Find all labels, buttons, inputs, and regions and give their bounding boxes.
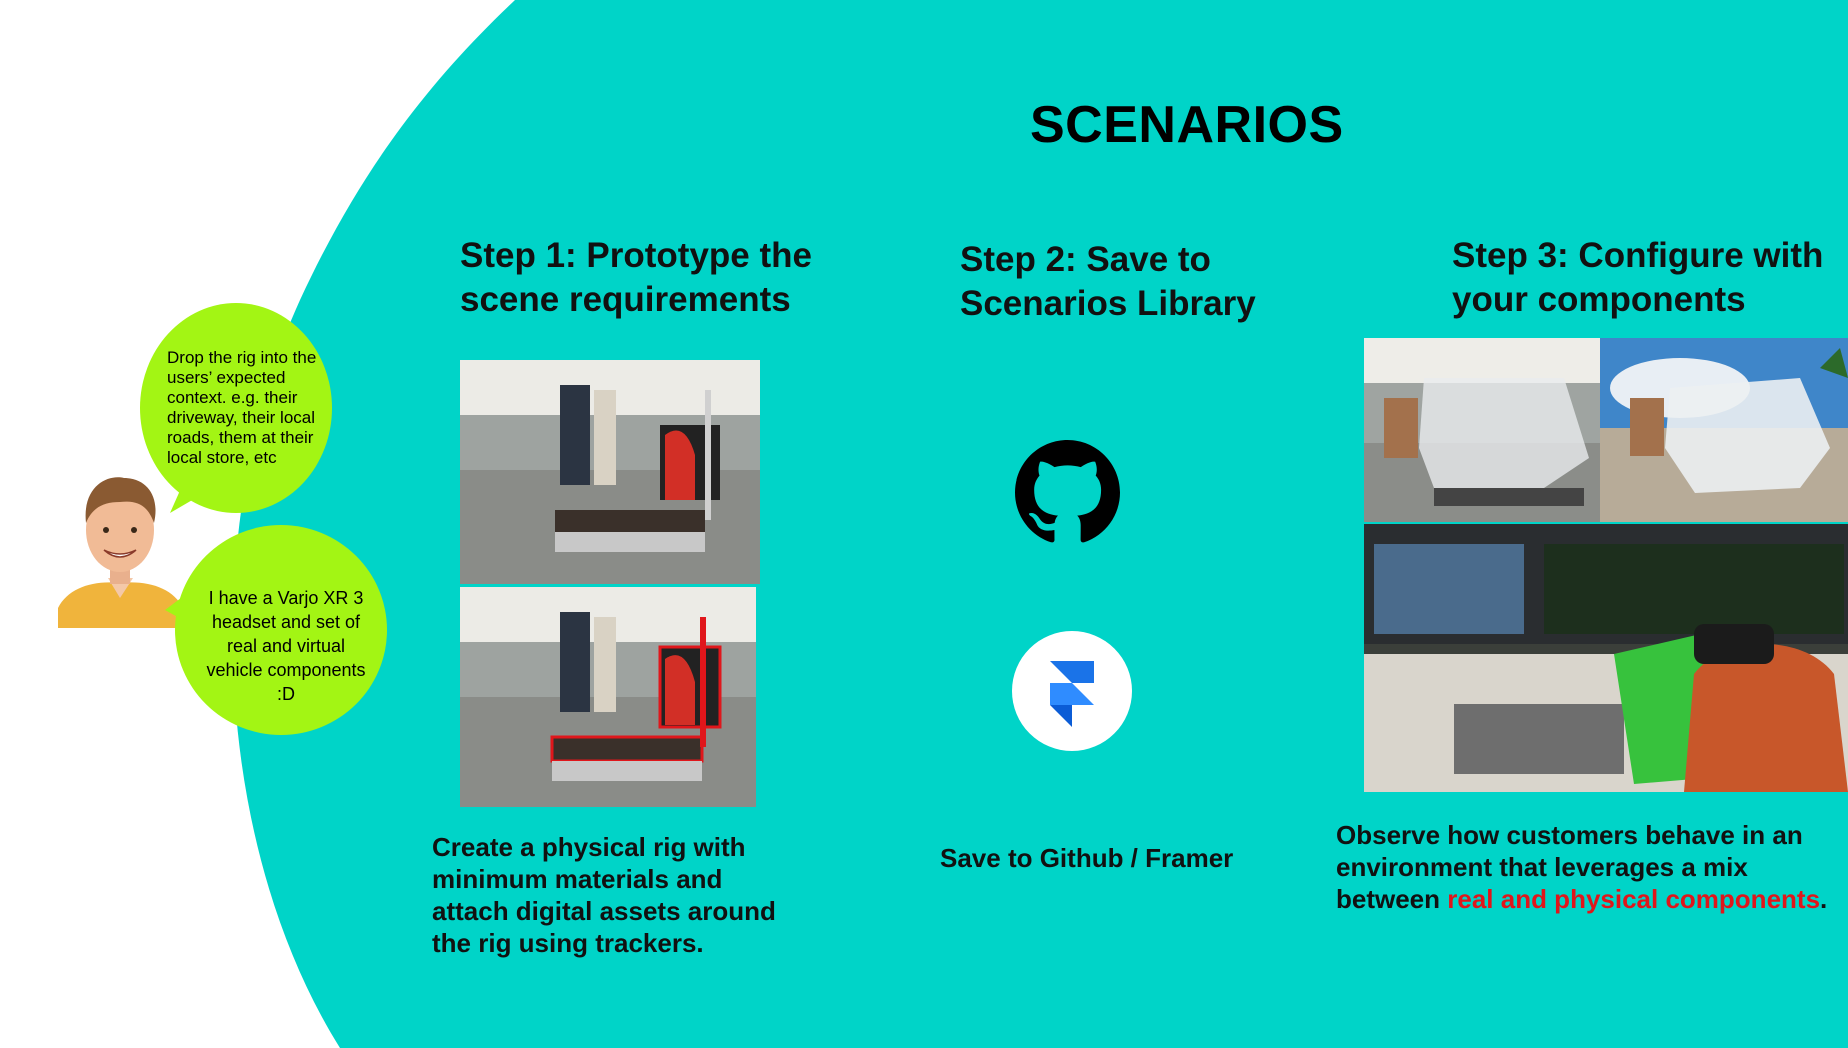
bubble-equipment-text: I have a Varjo XR 3 headset and set of r…: [191, 586, 381, 706]
caption-highlight: real and physical components: [1447, 884, 1821, 914]
bubble-line: real and virtual: [226, 636, 346, 656]
step-title-line: Scenarios Library: [960, 284, 1256, 323]
step-1-caption: Create a physical rig with minimum mater…: [432, 831, 776, 959]
step-3-caption: Observe how customers behave in an envir…: [1336, 819, 1827, 915]
github-icon[interactable]: [1015, 440, 1120, 545]
rig-photo-office: [460, 360, 760, 584]
caption-line: environment that leverages a mix: [1336, 852, 1748, 882]
speech-bubble-context: Drop the rig into the users’ expected co…: [140, 303, 332, 513]
step-1-title: Step 1: Prototype the scene requirements: [460, 234, 812, 322]
step-title-line: scene requirements: [460, 280, 791, 319]
bubble-line: :D: [277, 684, 295, 704]
step-2-caption: Save to Github / Framer: [940, 843, 1234, 873]
bubble-line: I have a Varjo XR 3: [208, 588, 364, 608]
framer-icon[interactable]: [1012, 631, 1132, 751]
step-title-line: Step 2: Save to: [960, 240, 1211, 279]
speech-bubble-equipment: I have a Varjo XR 3 headset and set of r…: [165, 525, 387, 735]
step-title-line: Step 3: Configure with: [1452, 236, 1824, 275]
caption-line: Create a physical rig with: [432, 832, 746, 862]
page-title: SCENARIOS: [1030, 96, 1344, 154]
vr-user-greenscreen-photo: [1364, 524, 1848, 792]
configured-rig-beach-photo: [1600, 338, 1848, 522]
step-2-title: Step 2: Save to Scenarios Library: [960, 238, 1256, 326]
bubble-line: vehicle components: [206, 660, 366, 680]
caption-line: minimum materials and: [432, 864, 723, 894]
caption-text: .: [1820, 884, 1828, 914]
caption-line: attach digital assets around: [432, 896, 776, 926]
caption-text: between: [1336, 884, 1448, 914]
configured-rig-office-photo: [1364, 338, 1600, 522]
bubble-line: headset and set of: [211, 612, 361, 632]
caption-line: the rig using trackers.: [432, 928, 704, 958]
rig-photo-annotated: [460, 587, 756, 807]
caption-line: Observe how customers behave in an: [1336, 820, 1803, 850]
bubble-context-text: Drop the rig into the users’ expected co…: [167, 348, 317, 467]
step-3-title: Step 3: Configure with your components: [1452, 234, 1823, 322]
caption-line: between real and physical components.: [1336, 883, 1827, 915]
step-title-line: Step 1: Prototype the: [460, 236, 812, 275]
step-title-line: your components: [1452, 280, 1746, 319]
